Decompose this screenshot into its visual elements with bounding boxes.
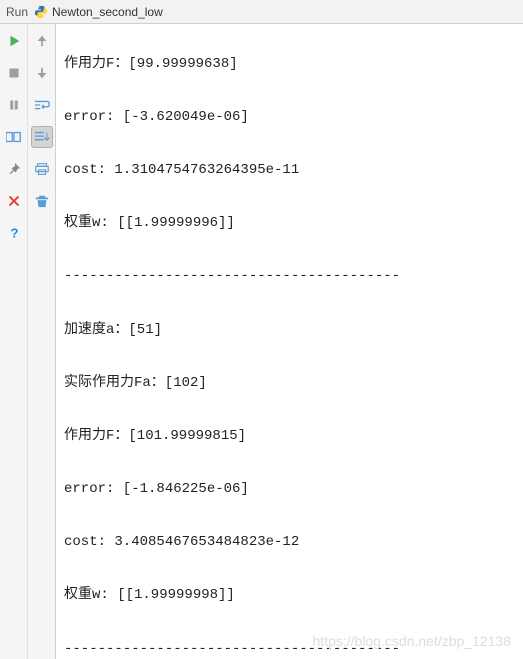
clear-all-button[interactable]: [31, 190, 53, 212]
run-button[interactable]: [3, 30, 25, 52]
stop-button[interactable]: [3, 62, 25, 84]
pin-button[interactable]: [3, 158, 25, 180]
output-line: 权重w: [[1.99999996]]: [64, 210, 515, 237]
soft-wrap-button[interactable]: [31, 94, 53, 116]
python-file-icon: [34, 5, 48, 19]
run-panel-body: ? 作用力F：[99.99999638] error: [-3.620049e-…: [0, 24, 523, 659]
close-button[interactable]: [3, 190, 25, 212]
print-button[interactable]: [31, 158, 53, 180]
output-line: 作用力F：[101.99999815]: [64, 423, 515, 450]
step-down-button[interactable]: [31, 62, 53, 84]
scroll-to-end-button[interactable]: [31, 126, 53, 148]
step-up-button[interactable]: [31, 30, 53, 52]
output-line: cost: 1.3104754763264395e-11: [64, 157, 515, 184]
toolbar-right: [28, 24, 56, 659]
output-line: error: [-1.846225e-06]: [64, 476, 515, 503]
console-output: 作用力F：[99.99999638] error: [-3.620049e-06…: [56, 24, 523, 659]
output-line: error: [-3.620049e-06]: [64, 104, 515, 131]
output-line: 加速度a：[51]: [64, 317, 515, 344]
output-line: cost: 3.4085467653484823e-12: [64, 529, 515, 556]
pause-button[interactable]: [3, 94, 25, 116]
output-line: 权重w: [[1.99999998]]: [64, 582, 515, 609]
run-config-title: Newton_second_low: [52, 5, 163, 19]
output-line: 作用力F：[99.99999638]: [64, 51, 515, 78]
toolbar-left: ?: [0, 24, 28, 659]
run-panel-header: Run Newton_second_low: [0, 0, 523, 24]
help-button[interactable]: ?: [3, 222, 25, 244]
run-label: Run: [6, 5, 28, 19]
separator-line: ----------------------------------------: [64, 636, 515, 659]
svg-text:?: ?: [10, 226, 18, 240]
output-line: 实际作用力Fa：[102]: [64, 370, 515, 397]
layout-button[interactable]: [3, 126, 25, 148]
separator-line: ----------------------------------------: [64, 263, 515, 290]
